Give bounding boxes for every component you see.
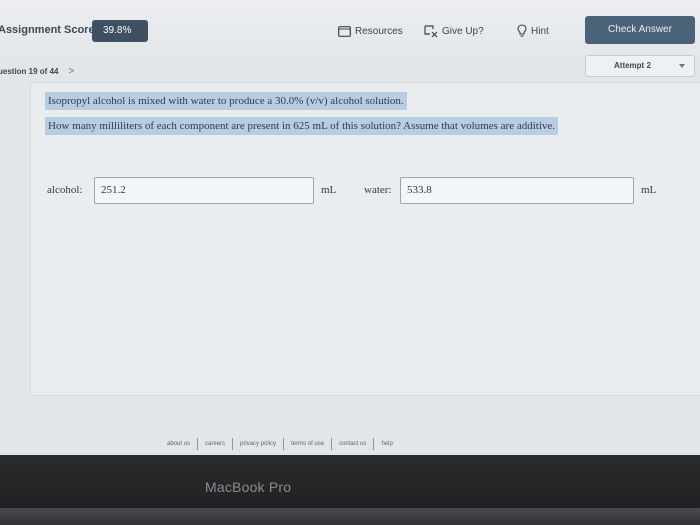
resources-label: Resources — [355, 25, 403, 37]
resources-button[interactable]: Resources — [338, 22, 403, 40]
water-input[interactable]: 533.8 — [400, 177, 634, 204]
water-unit: mL — [641, 184, 657, 196]
footer-link-contact-us[interactable]: contact us — [332, 441, 373, 447]
question-navigation: uestion 19 of 44 > — [0, 66, 74, 77]
attempt-dropdown[interactable]: Attempt 2 — [585, 55, 695, 77]
laptop-brand-label: MacBook Pro — [205, 479, 292, 495]
laptop-base — [0, 508, 700, 525]
footer-link-about-us[interactable]: about us — [160, 441, 197, 447]
footer-link-privacy-policy[interactable]: privacy policy — [233, 441, 283, 447]
question-text-line-1: Isopropyl alcohol is mixed with water to… — [45, 92, 407, 110]
water-label: water: — [364, 184, 392, 196]
assignment-score-label: Assignment Score: — [0, 24, 99, 36]
attempt-label: Attempt 2 — [614, 61, 651, 70]
hint-icon — [517, 24, 527, 38]
hint-label: Hint — [531, 25, 549, 37]
footer-link-careers[interactable]: careers — [198, 441, 232, 447]
give-up-label: Give Up? — [442, 25, 484, 37]
question-text-line-2: How many milliliters of each component a… — [45, 117, 559, 135]
check-answer-button[interactable]: Check Answer — [585, 16, 695, 44]
resources-icon — [338, 25, 351, 37]
alcohol-unit: mL — [321, 184, 337, 196]
footer-link-help[interactable]: help — [374, 441, 399, 447]
give-up-button[interactable]: Give Up? — [424, 22, 484, 40]
top-header: Assignment Score: 39.8% Resources Give U… — [0, 0, 700, 56]
give-up-icon — [424, 24, 438, 38]
question-counter: uestion 19 of 44 — [0, 67, 59, 76]
alcohol-label: alcohol: — [47, 184, 83, 196]
footer-link-terms-of-use[interactable]: terms of use — [284, 441, 331, 447]
assignment-score-badge: 39.8% — [92, 20, 148, 42]
hint-button[interactable]: Hint — [517, 22, 549, 40]
footer-links: about us careers privacy policy terms of… — [160, 438, 400, 450]
caret-down-icon — [679, 64, 685, 68]
chevron-right-icon[interactable]: > — [68, 66, 74, 77]
alcohol-input[interactable]: 251.2 — [94, 177, 314, 204]
question-panel: Isopropyl alcohol is mixed with water to… — [30, 82, 700, 396]
